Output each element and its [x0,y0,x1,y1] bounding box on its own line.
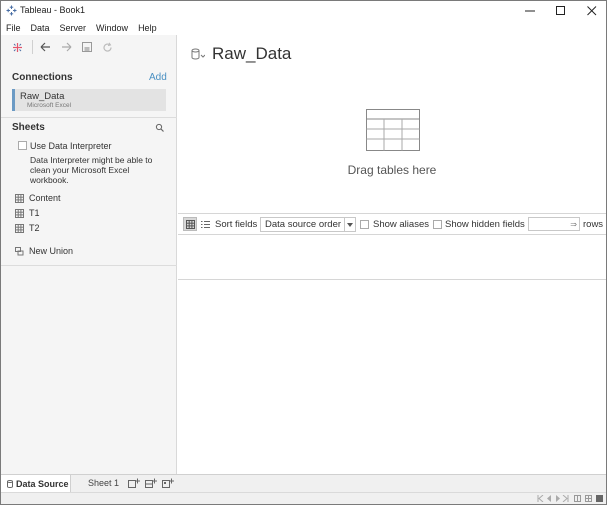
refresh-icon [102,42,112,52]
filmstrip-icon[interactable] [585,495,592,502]
sheet-label: T2 [29,223,40,233]
arrow-right-icon [61,42,71,52]
rows-count-input[interactable]: ⇒ [528,217,580,231]
menu-help[interactable]: Help [138,21,157,35]
sheet-label: T1 [29,208,40,218]
tab-sheet-1[interactable]: Sheet 1 [88,478,119,488]
tableau-logo-icon [6,5,17,16]
union-icon [15,246,24,255]
minimize-button[interactable] [515,1,545,21]
close-button[interactable] [577,1,606,21]
arrow-right-icon: ⇒ [570,220,577,229]
show-tabs-icon[interactable] [574,495,581,502]
maximize-icon [556,6,565,15]
window-title: Tableau - Book1 [20,5,86,15]
sheet-grid-icon [15,208,24,218]
sheets-heading: Sheets [12,122,45,133]
sheet-item-t2[interactable]: T2 [15,222,40,234]
use-data-interpreter-checkbox[interactable] [18,141,27,150]
sheet-grid-icon [15,193,24,203]
previous-page-icon[interactable] [546,495,553,502]
tab-data-source-label: Data Source [16,479,69,489]
sheet-tab-bar: Data Source Sheet 1 [1,474,606,493]
data-source-canvas: Raw_Data Drag tables here Sort fields Da… [178,35,606,474]
grid-toolbar: Sort fields Data source order Show alias… [178,213,606,235]
save-icon [82,42,92,52]
status-bar [1,492,606,504]
forward-button[interactable] [59,40,73,54]
back-button[interactable] [38,40,52,54]
new-story-icon[interactable] [162,478,174,490]
list-view-icon [200,220,210,228]
table-placeholder-icon [366,109,420,151]
maximize-button[interactable] [546,1,576,21]
refresh-button[interactable] [100,40,114,54]
title-bar: Tableau - Book1 [1,1,606,21]
section-divider [1,117,177,118]
sheet-label: Content [29,193,61,203]
search-icon[interactable] [155,123,165,133]
datasource-title[interactable]: Raw_Data [212,44,291,64]
menu-server[interactable]: Server [60,21,87,35]
tableau-logo-icon [12,42,22,52]
toolbar [1,35,177,59]
section-divider [1,265,177,266]
grid-view-button[interactable] [183,217,197,231]
show-hidden-fields-label: Show hidden fields [445,219,525,230]
arrow-left-icon [40,42,50,52]
save-button[interactable] [80,40,94,54]
sheet-item-content[interactable]: Content [15,192,61,204]
connection-item[interactable]: Raw_Data Microsoft Excel [12,89,166,111]
new-union-label: New Union [29,246,74,256]
minimize-icon [525,10,535,12]
grid-view-icon [185,219,195,229]
show-aliases-checkbox[interactable] [360,220,369,229]
use-data-interpreter-label: Use Data Interpreter [30,141,112,151]
add-connection-link[interactable]: Add [149,72,167,83]
show-aliases-label: Show aliases [373,219,429,230]
chevron-down-icon [344,218,355,231]
next-page-icon[interactable] [554,495,561,502]
connection-name: Raw_Data [20,91,65,102]
data-grid[interactable] [178,236,606,280]
first-page-icon[interactable] [537,495,544,502]
sort-fields-label: Sort fields [215,219,258,230]
connection-type: Microsoft Excel [27,102,72,109]
menu-bar: File Data Server Window Help [1,21,606,35]
interpreter-description: Data Interpreter might be able to clean … [30,155,153,185]
last-page-icon[interactable] [562,495,569,502]
new-union-item[interactable]: New Union [15,245,73,257]
toolbar-separator [32,40,33,54]
menu-window[interactable]: Window [96,21,128,35]
new-dashboard-icon[interactable] [145,478,157,490]
tableau-window: Tableau - Book1 File Data Server Window … [0,0,607,505]
connections-heading: Connections [12,72,73,83]
datasource-cylinder-icon [191,48,205,60]
menu-data[interactable]: Data [31,21,50,35]
datasource-cylinder-icon [7,480,13,488]
sheet-sorter-icon[interactable] [596,495,603,502]
show-hidden-fields-checkbox[interactable] [433,220,442,229]
rows-label: rows [583,219,604,230]
list-view-button[interactable] [198,217,212,231]
sort-fields-dropdown[interactable]: Data source order [260,217,356,232]
sort-fields-value: Data source order [265,219,342,230]
new-worksheet-icon[interactable] [128,478,140,490]
tableau-home-button[interactable] [10,40,24,54]
sheet-item-t1[interactable]: T1 [15,207,40,219]
drag-tables-hint: Drag tables here [347,163,437,177]
left-panel: Connections Add Raw_Data Microsoft Excel… [1,35,177,474]
menu-file[interactable]: File [6,21,21,35]
tab-data-source[interactable]: Data Source [1,475,71,493]
sheet-grid-icon [15,223,24,233]
close-icon [587,6,597,16]
